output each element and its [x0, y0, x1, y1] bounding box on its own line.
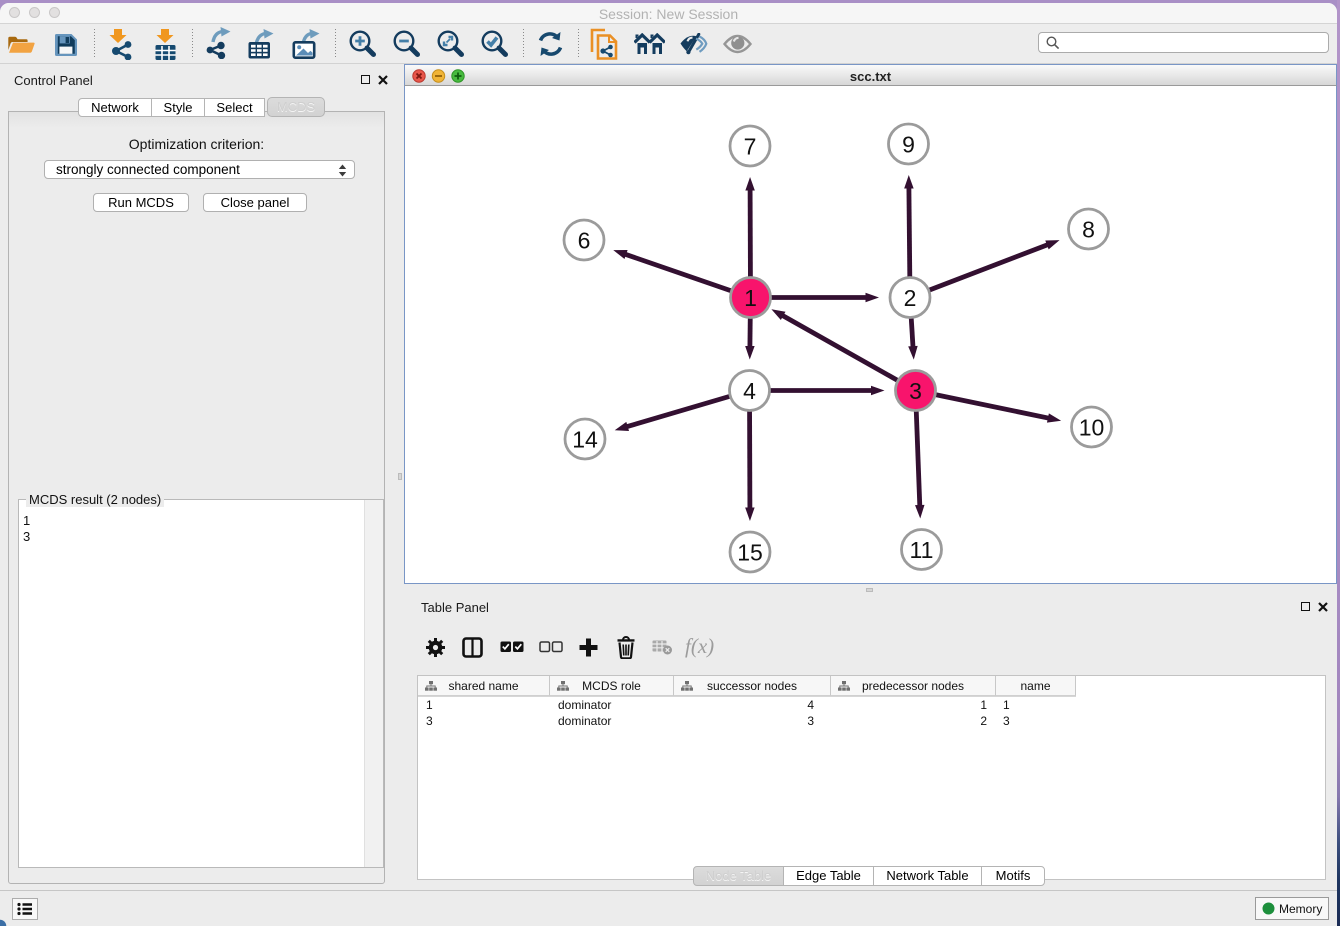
svg-text:7: 7 — [744, 134, 757, 160]
svg-text:9: 9 — [902, 132, 915, 158]
svg-text:8: 8 — [1082, 217, 1095, 243]
svg-text:3: 3 — [909, 378, 922, 404]
svg-text:2: 2 — [904, 285, 917, 311]
svg-text:15: 15 — [737, 540, 763, 566]
svg-text:6: 6 — [578, 228, 591, 254]
svg-text:4: 4 — [743, 378, 756, 404]
svg-text:10: 10 — [1079, 415, 1105, 441]
svg-text:1: 1 — [744, 285, 757, 311]
svg-text:14: 14 — [572, 427, 598, 453]
svg-text:11: 11 — [910, 537, 934, 563]
